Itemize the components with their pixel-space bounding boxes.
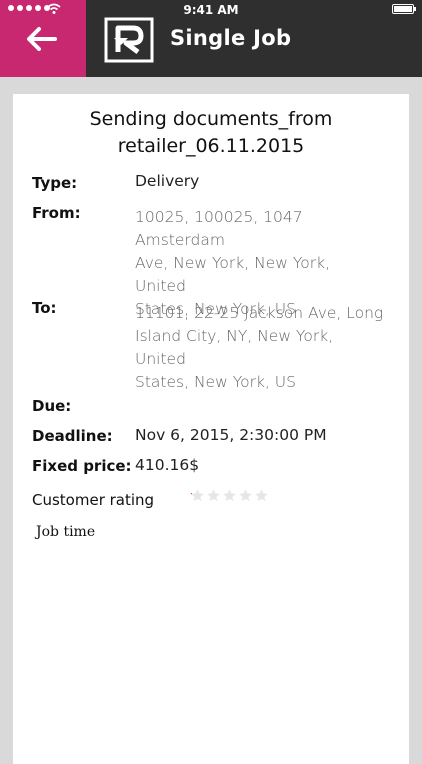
type-value: Delivery — [135, 172, 200, 190]
address-line: 11101, 22-25 Jackson Ave, Long — [135, 304, 384, 322]
job-title-line: Sending documents_from — [89, 108, 333, 130]
status-time: 9:41 AM — [183, 3, 239, 17]
to-label: To: — [32, 299, 57, 317]
due-label: Due: — [32, 397, 72, 415]
price-label: Fixed price: — [32, 457, 132, 475]
deadline-label: Deadline: — [32, 427, 113, 445]
star-icon[interactable] — [206, 488, 221, 503]
price-value: 410.16$ — [135, 456, 200, 474]
job-time-label: Job time — [36, 524, 96, 540]
type-label: Type: — [32, 174, 78, 192]
customer-rating-stars[interactable] — [190, 488, 269, 503]
page-title: Single Job — [170, 26, 292, 50]
customer-rating-label: Customer rating — [32, 491, 155, 509]
job-details-card: Sending documents_from retailer_06.11.20… — [13, 94, 409, 764]
star-icon[interactable] — [238, 488, 253, 503]
star-icon[interactable] — [190, 488, 205, 503]
battery-icon — [392, 4, 416, 14]
address-line: Ave, New York, New York, United — [135, 254, 330, 295]
to-address: 11101, 22-25 Jackson Ave, Long Island Ci… — [135, 302, 385, 394]
job-title: Sending documents_from retailer_06.11.20… — [13, 106, 409, 160]
deadline-value: Nov 6, 2015, 2:30:00 PM — [135, 426, 327, 444]
back-arrow-icon[interactable] — [26, 26, 58, 52]
navigation-bar: 9:41 AM Single Job — [0, 0, 422, 77]
app-logo-icon — [104, 17, 154, 63]
address-line: Island City, NY, New York, United — [135, 327, 334, 368]
star-icon[interactable] — [254, 488, 269, 503]
job-title-line: retailer_06.11.2015 — [117, 135, 305, 157]
star-icon[interactable] — [222, 488, 237, 503]
from-label: From: — [32, 204, 81, 222]
address-line: States, New York, US — [135, 373, 296, 391]
address-line: 10025, 100025, 1047 Amsterdam — [135, 208, 303, 249]
status-bar: 9:41 AM — [0, 0, 422, 22]
